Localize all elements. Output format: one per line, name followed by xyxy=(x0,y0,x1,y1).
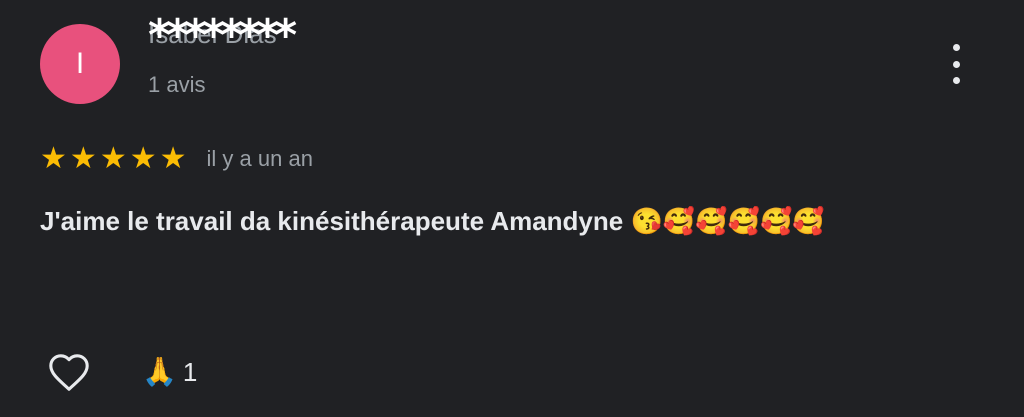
author-block: Isabel Dias ******** 1 avis xyxy=(148,14,297,98)
review-actions: 🙏 1 xyxy=(44,350,197,394)
star-icon: ★ xyxy=(159,141,187,176)
like-button[interactable] xyxy=(44,350,94,394)
star-icon: ★ xyxy=(99,141,127,176)
heart-outline-icon xyxy=(49,354,89,391)
more-options-button[interactable] xyxy=(943,44,969,84)
star-icon: ★ xyxy=(40,141,67,176)
more-vert-icon-dot xyxy=(952,60,960,68)
reaction-count: 1 xyxy=(182,356,198,387)
star-icon: ★ xyxy=(129,141,157,176)
avatar-initial: I xyxy=(75,47,85,80)
avatar[interactable]: I xyxy=(40,24,120,104)
praying-hands-icon: 🙏 xyxy=(142,355,177,388)
author-name[interactable]: Isabel Dias ******** xyxy=(148,14,297,58)
review-date: il y a un an xyxy=(206,146,313,171)
more-vert-icon-dot xyxy=(952,77,960,84)
star-icon: ★ xyxy=(69,141,97,176)
author-name-redaction: ******** xyxy=(148,10,297,61)
more-vert-icon-dot xyxy=(952,44,960,51)
review-card: I Isabel Dias ******** 1 avis ★ ★ ★ ★ ★ … xyxy=(0,0,1024,417)
review-text: J'aime le travail da kinésithérapeute Am… xyxy=(40,206,825,236)
reaction-button[interactable]: 🙏 1 xyxy=(142,357,197,388)
rating-row: ★ ★ ★ ★ ★ il y a un an xyxy=(40,143,313,175)
star-rating: ★ ★ ★ ★ ★ xyxy=(40,143,187,175)
author-review-count: 1 avis xyxy=(148,72,206,97)
